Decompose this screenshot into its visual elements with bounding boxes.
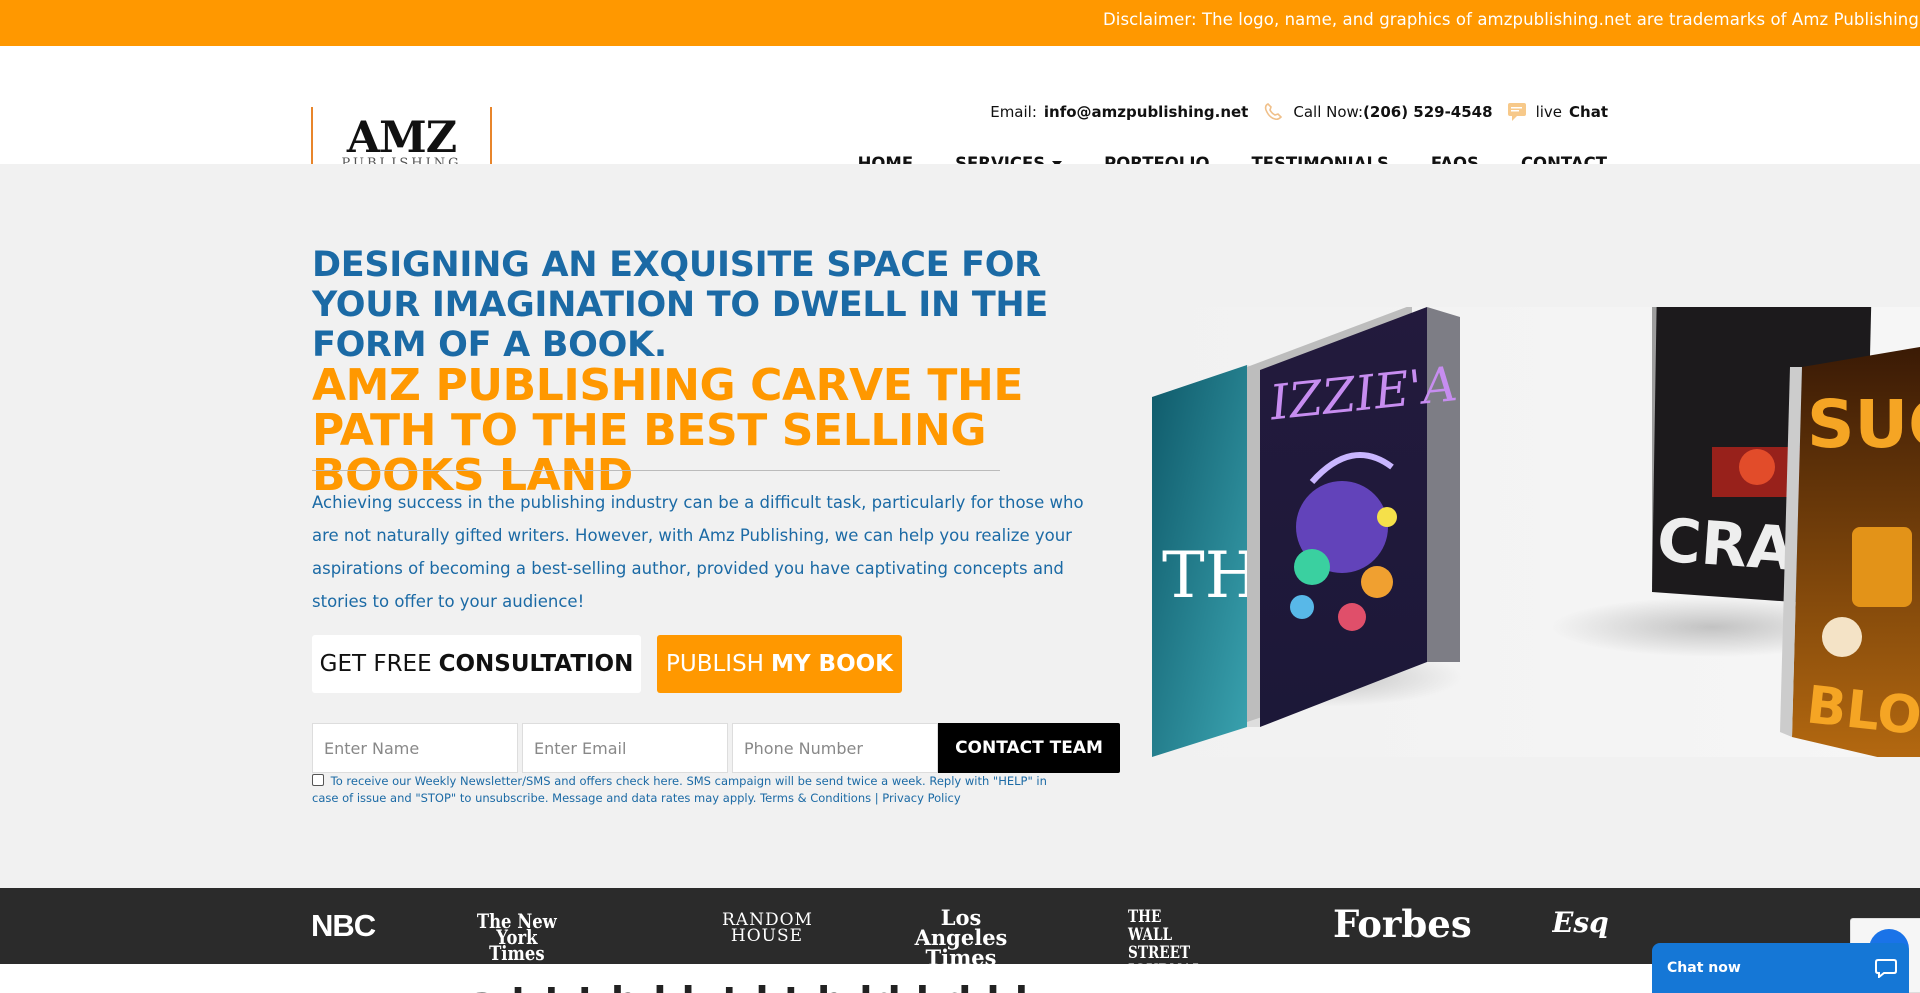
svg-text:TH: TH: [1162, 539, 1261, 613]
press-logo-forbes: Forbes: [1333, 902, 1472, 946]
book-cover-blossom: SUG BLOSSO: [1780, 347, 1920, 757]
terms-link[interactable]: Terms & Conditions: [760, 791, 871, 805]
hero-paragraph: Achieving success in the publishing indu…: [312, 493, 1084, 611]
disclaimer-bar: Disclaimer: The logo, name, and graphics…: [0, 0, 1920, 46]
book-cover-th: TH: [1152, 365, 1261, 757]
press-logo-nbc: NBC: [311, 908, 376, 943]
phone-icon: [1263, 102, 1283, 122]
email-placeholder: Enter Email: [534, 738, 627, 758]
publish-my-book-button[interactable]: PUBLISH MY BOOK: [657, 635, 902, 693]
name-field[interactable]: Enter Name: [312, 723, 518, 773]
call-label: Call Now:: [1293, 103, 1364, 121]
consent-notice: To receive our Weekly Newsletter/SMS and…: [312, 773, 1072, 807]
email-link[interactable]: info@amzpublishing.net: [1044, 103, 1248, 121]
name-placeholder: Enter Name: [324, 738, 420, 758]
press-logo-nyt: The New York Times: [476, 909, 557, 965]
press-logo-random-house: RANDOM HOUSE: [722, 910, 813, 946]
press-logos-bar: NBC The New York Times RANDOM HOUSE Los …: [0, 888, 1920, 980]
phone-link[interactable]: (206) 529-4548: [1363, 103, 1493, 121]
live-label: live: [1535, 103, 1563, 121]
chat-now-label: Chat now: [1667, 960, 1741, 976]
chat-bubble-icon: [1507, 102, 1529, 122]
link-separator: |: [874, 791, 879, 805]
press-logo-la-times: Los Angeles Times: [914, 905, 1008, 970]
get-free-consultation-button[interactable]: GET FREE CONSULTATION: [312, 635, 641, 693]
disclaimer-text: Disclaimer: The logo, name, and graphics…: [1103, 10, 1920, 29]
contact-row: Email: info@amzpublishing.net Call Now: …: [990, 102, 1608, 122]
next-section-peek: a t t t h l k t l t h ld l d l l: [0, 964, 1920, 993]
press-logo-esquire: Esqu: [1552, 906, 1608, 939]
hero-headline: DESIGNING AN EXQUISITE SPACE FOR YOUR IM…: [312, 245, 1049, 365]
chat-now-widget[interactable]: Chat now: [1652, 943, 1909, 993]
email-field[interactable]: Enter Email: [522, 723, 728, 773]
phone-placeholder: Phone Number: [744, 738, 863, 758]
consult-label-bold: CONSULTATION: [438, 651, 634, 677]
lead-form: Enter Name Enter Email Phone Number CONT…: [312, 723, 1120, 773]
privacy-link[interactable]: Privacy Policy: [882, 791, 960, 805]
phone-field[interactable]: Phone Number: [732, 723, 938, 773]
book-covers-showcase: TH IZZIE'A CRASH SU BLOSSO: [1152, 307, 1920, 757]
hero-divider: [312, 470, 1000, 471]
hero-section: DESIGNING AN EXQUISITE SPACE FOR YOUR IM…: [0, 164, 1920, 888]
site-header: AMZ PUBLISHING Email: info@amzpublishing…: [0, 46, 1920, 182]
live-chat-link[interactable]: Chat: [1569, 103, 1608, 121]
publish-label-light: PUBLISH: [666, 651, 764, 677]
publish-label-bold: MY BOOK: [770, 651, 893, 677]
chat-bubble-icon: [1875, 958, 1897, 980]
consult-label-light: GET FREE: [319, 651, 432, 677]
logo-wordmark: AMZ: [346, 113, 457, 163]
hero-subheadline: AMZ PUBLISHING CARVE THE PATH TO THE BES…: [312, 360, 1024, 501]
svg-text:SUG: SUG: [1807, 386, 1920, 463]
next-section-heading-cut: a t t t h l k t l t h ld l d l l: [470, 979, 1029, 993]
email-label: Email:: [990, 103, 1037, 121]
contact-team-button[interactable]: CONTACT TEAM: [938, 723, 1120, 773]
newsletter-checkbox[interactable]: [312, 774, 324, 786]
